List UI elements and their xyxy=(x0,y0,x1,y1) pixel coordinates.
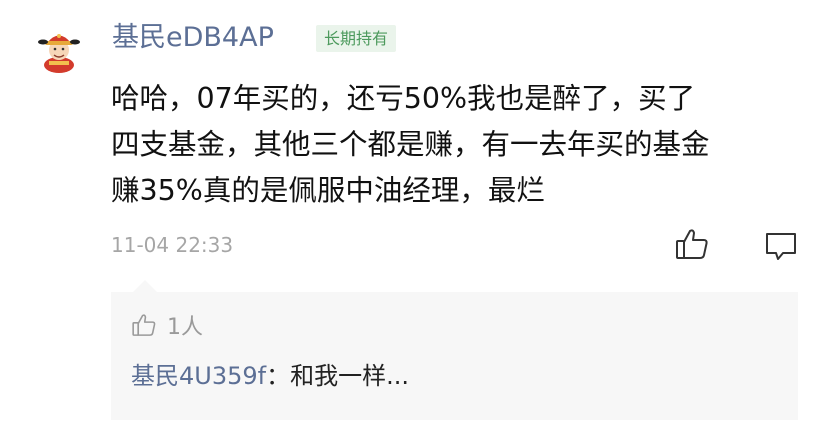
reply-separator: ： xyxy=(266,362,291,390)
comment-line: 哈哈，07年买的，还亏50%我也是醉了，买了 xyxy=(111,82,696,115)
reply-item[interactable]: 基民4U359f：和我一样... xyxy=(131,358,409,394)
thumbs-up-icon[interactable] xyxy=(131,312,157,338)
comment-line: 赚35%真的是佩服中油经理，最烂 xyxy=(111,174,545,207)
like-count-text: 1人 xyxy=(167,315,203,340)
reply-section: 1人 基民4U359f：和我一样... xyxy=(111,280,798,420)
comment-body: 哈哈，07年买的，还亏50%我也是醉了，买了 四支基金，其他三个都是赚，有一去年… xyxy=(111,76,811,214)
comment-timestamp: 11-04 22:33 xyxy=(111,233,234,257)
reply-like-count[interactable]: 1人 xyxy=(131,310,203,340)
reply-username[interactable]: 基民4U359f xyxy=(131,362,266,390)
speech-bubble-icon[interactable] xyxy=(764,230,798,262)
reply-text: 和我一样... xyxy=(290,362,409,390)
comment-line: 四支基金，其他三个都是赚，有一去年买的基金 xyxy=(111,128,710,161)
holder-status-badge: 长期持有 xyxy=(316,25,397,52)
comment-username[interactable]: 基民eDB4AP xyxy=(112,18,274,58)
fortune-god-avatar-icon[interactable] xyxy=(36,28,82,74)
thumbs-up-icon[interactable] xyxy=(674,226,710,262)
